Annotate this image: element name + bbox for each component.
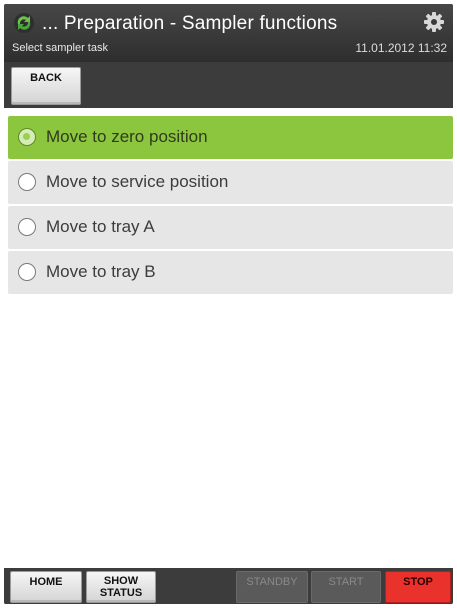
title-bar: ... Preparation - Sampler functions Sele… xyxy=(4,4,453,62)
task-label: Move to zero position xyxy=(46,127,208,146)
home-button[interactable]: HOME xyxy=(10,571,82,603)
toolbar: BACK xyxy=(4,62,453,108)
standby-button[interactable]: STANDBY xyxy=(236,571,308,603)
recycle-arrows-icon xyxy=(14,13,34,33)
task-list: Move to zero position Move to service po… xyxy=(4,108,453,568)
radio-button[interactable] xyxy=(18,173,36,191)
task-item-service-position[interactable]: Move to service position xyxy=(8,161,453,204)
show-status-button[interactable]: SHOW STATUS xyxy=(86,571,156,603)
gear-icon[interactable] xyxy=(423,11,445,33)
task-label: Move to tray B xyxy=(46,262,156,281)
timestamp: 11.01.2012 11:32 xyxy=(355,41,447,55)
task-item-tray-b[interactable]: Move to tray B xyxy=(8,251,453,294)
task-label: Move to tray A xyxy=(46,217,155,236)
page-title: ... Preparation - Sampler functions xyxy=(42,13,338,34)
radio-button[interactable] xyxy=(18,263,36,281)
bottom-bar: HOME SHOW STATUS STANDBY START STOP xyxy=(4,568,453,604)
radio-button[interactable] xyxy=(18,218,36,236)
task-item-tray-a[interactable]: Move to tray A xyxy=(8,206,453,249)
back-button[interactable]: BACK xyxy=(11,67,81,105)
start-button[interactable]: START xyxy=(311,571,381,603)
app-window: ... Preparation - Sampler functions Sele… xyxy=(4,4,453,604)
show-status-label-line1: SHOW xyxy=(103,575,139,587)
show-status-label-line2: STATUS xyxy=(99,587,143,599)
task-label: Move to service position xyxy=(46,172,229,191)
page-subtitle: Select sampler task xyxy=(12,42,108,54)
radio-button-selected[interactable] xyxy=(18,128,36,146)
task-item-zero-position[interactable]: Move to zero position xyxy=(8,116,453,159)
stop-button[interactable]: STOP xyxy=(385,571,451,603)
